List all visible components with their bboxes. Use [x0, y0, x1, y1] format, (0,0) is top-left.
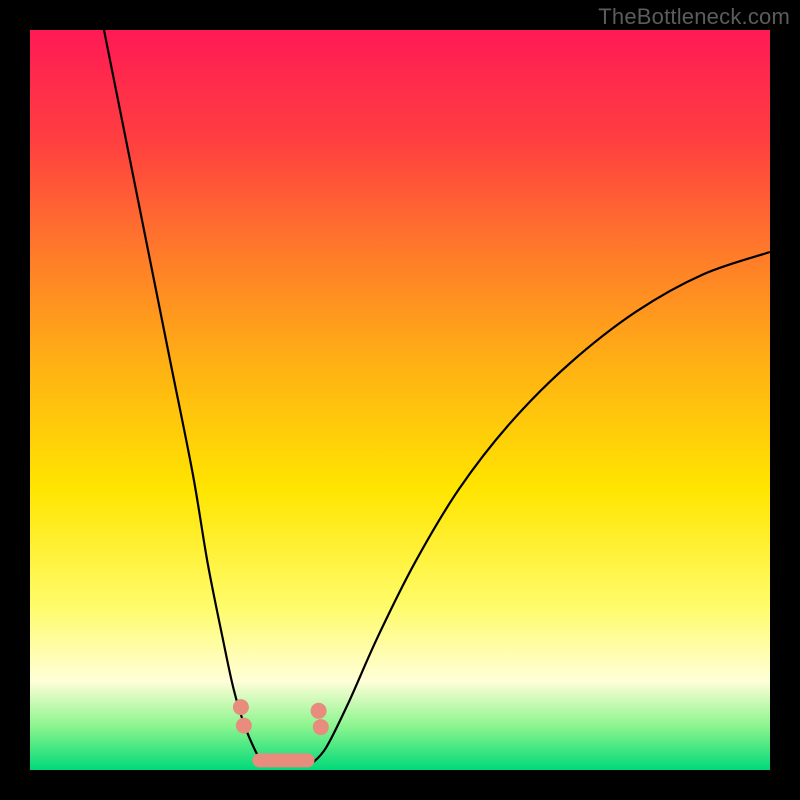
curve-right [311, 252, 770, 764]
gradient-plot-area [30, 30, 770, 770]
marker-dot [311, 703, 327, 719]
curve-left [104, 30, 263, 764]
marker-dot [233, 699, 249, 715]
marker-dot [236, 718, 252, 734]
watermark-text: TheBottleneck.com [598, 4, 790, 30]
chart-svg [30, 30, 770, 770]
marker-dot [313, 719, 329, 735]
